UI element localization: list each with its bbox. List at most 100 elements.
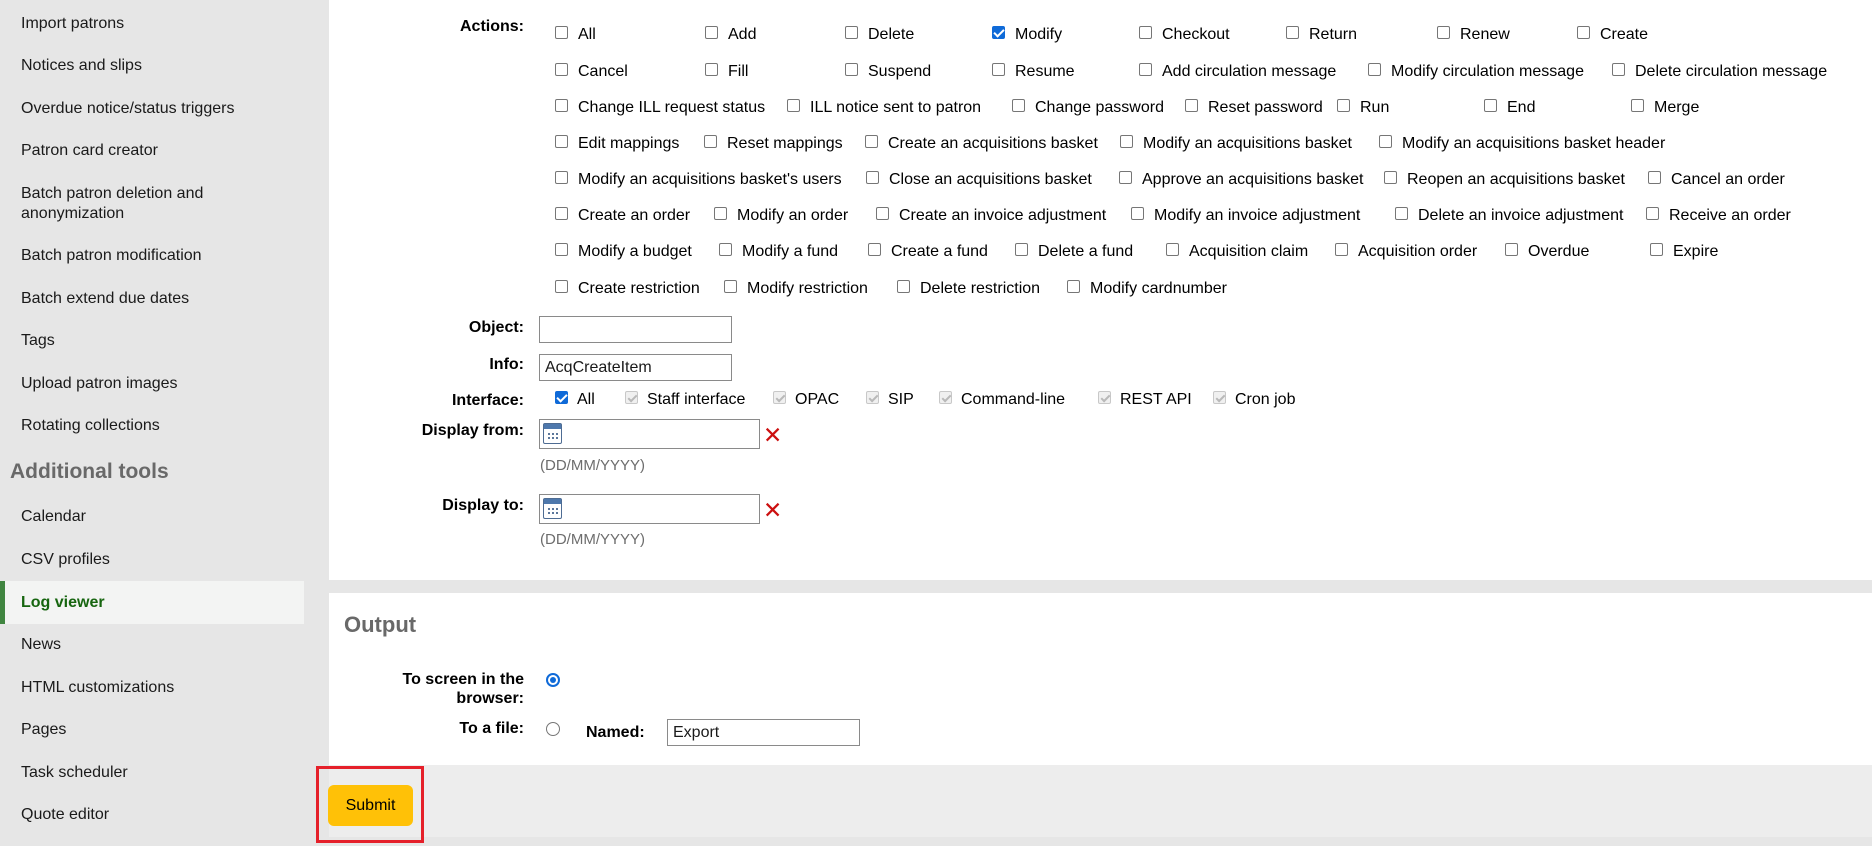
sidebar-item-pages[interactable]: Pages: [0, 720, 304, 740]
action-label-acquisition-claim[interactable]: Acquisition claim: [1189, 242, 1308, 262]
action-checkbox-reset-mappings[interactable]: [704, 135, 717, 148]
sidebar-item-batch-patron-modification[interactable]: Batch patron modification: [0, 246, 304, 266]
interface-checkbox-all[interactable]: [555, 391, 568, 404]
action-label-resume[interactable]: Resume: [1015, 62, 1075, 82]
display-from-input[interactable]: [539, 419, 760, 449]
sidebar-item-batch-patron-deletion[interactable]: Batch patron deletion and anonymization: [0, 184, 240, 224]
action-label-close-an-acquisitions-basket[interactable]: Close an acquisitions basket: [889, 170, 1092, 190]
action-checkbox-cancel[interactable]: [555, 63, 568, 76]
action-label-modify-cardnumber[interactable]: Modify cardnumber: [1090, 279, 1227, 299]
interface-label-all[interactable]: All: [577, 390, 595, 410]
action-checkbox-fill[interactable]: [705, 63, 718, 76]
action-label-checkout[interactable]: Checkout: [1162, 25, 1230, 45]
action-checkbox-acquisition-claim[interactable]: [1166, 243, 1179, 256]
action-checkbox-reopen-an-acquisitions-basket[interactable]: [1384, 171, 1397, 184]
action-checkbox-modify-restriction[interactable]: [724, 280, 737, 293]
sidebar-item-overdue-triggers[interactable]: Overdue notice/status triggers: [0, 99, 304, 119]
action-checkbox-add[interactable]: [705, 26, 718, 39]
action-label-receive-an-order[interactable]: Receive an order: [1669, 206, 1791, 226]
sidebar-item-batch-extend-due-dates[interactable]: Batch extend due dates: [0, 289, 304, 309]
action-label-modify-an-acquisitions-basket-header[interactable]: Modify an acquisitions basket header: [1402, 134, 1665, 154]
action-label-add-circulation-message[interactable]: Add circulation message: [1162, 62, 1336, 82]
to-file-radio[interactable]: [546, 722, 560, 736]
action-checkbox-expire[interactable]: [1650, 243, 1663, 256]
action-checkbox-modify-an-acquisitions-basket-header[interactable]: [1379, 135, 1392, 148]
action-checkbox-checkout[interactable]: [1139, 26, 1152, 39]
action-checkbox-return[interactable]: [1286, 26, 1299, 39]
action-checkbox-merge[interactable]: [1631, 99, 1644, 112]
submit-button[interactable]: Submit: [328, 785, 413, 826]
action-label-ill-notice-sent-to-patron[interactable]: ILL notice sent to patron: [810, 98, 981, 118]
action-checkbox-receive-an-order[interactable]: [1646, 207, 1659, 220]
clear-display-to-icon[interactable]: ✕: [763, 499, 782, 522]
action-label-return[interactable]: Return: [1309, 25, 1357, 45]
action-label-create-an-invoice-adjustment[interactable]: Create an invoice adjustment: [899, 206, 1106, 226]
action-label-modify-an-acquisitions-basket[interactable]: Modify an acquisitions basket: [1143, 134, 1352, 154]
sidebar-item-news[interactable]: News: [0, 635, 304, 655]
action-label-delete-a-fund[interactable]: Delete a fund: [1038, 242, 1133, 262]
action-label-modify-an-invoice-adjustment[interactable]: Modify an invoice adjustment: [1154, 206, 1360, 226]
action-checkbox-change-ill-request-status[interactable]: [555, 99, 568, 112]
action-checkbox-create-an-order[interactable]: [555, 207, 568, 220]
interface-label-sip[interactable]: SIP: [888, 390, 914, 410]
action-checkbox-close-an-acquisitions-basket[interactable]: [866, 171, 879, 184]
action-checkbox-modify-cardnumber[interactable]: [1067, 280, 1080, 293]
action-checkbox-modify-an-acquisitions-basket-s-users[interactable]: [555, 171, 568, 184]
sidebar-item-calendar[interactable]: Calendar: [0, 507, 304, 527]
action-checkbox-modify-circulation-message[interactable]: [1368, 63, 1381, 76]
action-checkbox-delete[interactable]: [845, 26, 858, 39]
action-checkbox-delete-an-invoice-adjustment[interactable]: [1395, 207, 1408, 220]
action-checkbox-create-an-invoice-adjustment[interactable]: [876, 207, 889, 220]
action-label-modify-a-budget[interactable]: Modify a budget: [578, 242, 692, 262]
action-label-merge[interactable]: Merge: [1654, 98, 1699, 118]
sidebar-item-quote-editor[interactable]: Quote editor: [0, 805, 304, 825]
action-checkbox-approve-an-acquisitions-basket[interactable]: [1119, 171, 1132, 184]
interface-label-command-line[interactable]: Command-line: [961, 390, 1065, 410]
action-label-end[interactable]: End: [1507, 98, 1535, 118]
action-checkbox-modify[interactable]: [992, 26, 1005, 39]
action-checkbox-delete-restriction[interactable]: [897, 280, 910, 293]
action-checkbox-suspend[interactable]: [845, 63, 858, 76]
action-checkbox-create[interactable]: [1577, 26, 1590, 39]
info-input[interactable]: [539, 354, 732, 381]
action-checkbox-create-restriction[interactable]: [555, 280, 568, 293]
action-label-create-restriction[interactable]: Create restriction: [578, 279, 700, 299]
action-label-modify-an-order[interactable]: Modify an order: [737, 206, 848, 226]
action-label-expire[interactable]: Expire: [1673, 242, 1718, 262]
sidebar-item-rotating-collections[interactable]: Rotating collections: [0, 416, 304, 436]
action-checkbox-cancel-an-order[interactable]: [1648, 171, 1661, 184]
action-label-create-an-acquisitions-basket[interactable]: Create an acquisitions basket: [888, 134, 1098, 154]
action-label-modify[interactable]: Modify: [1015, 25, 1062, 45]
action-checkbox-modify-an-invoice-adjustment[interactable]: [1131, 207, 1144, 220]
sidebar-item-tags[interactable]: Tags: [0, 331, 304, 351]
interface-label-rest-api[interactable]: REST API: [1120, 390, 1192, 410]
display-to-input[interactable]: [539, 494, 760, 524]
action-checkbox-delete-circulation-message[interactable]: [1612, 63, 1625, 76]
action-checkbox-resume[interactable]: [992, 63, 1005, 76]
export-filename-input[interactable]: [667, 719, 860, 746]
action-label-modify-a-fund[interactable]: Modify a fund: [742, 242, 838, 262]
interface-label-cron-job[interactable]: Cron job: [1235, 390, 1295, 410]
action-checkbox-add-circulation-message[interactable]: [1139, 63, 1152, 76]
action-label-run[interactable]: Run: [1360, 98, 1389, 118]
action-label-modify-an-acquisitions-basket-s-users[interactable]: Modify an acquisitions basket's users: [578, 170, 842, 190]
sidebar-item-patron-card-creator[interactable]: Patron card creator: [0, 141, 304, 161]
action-label-all[interactable]: All: [578, 25, 596, 45]
sidebar-item-notices-and-slips[interactable]: Notices and slips: [0, 56, 304, 76]
action-checkbox-modify-an-order[interactable]: [714, 207, 727, 220]
action-checkbox-delete-a-fund[interactable]: [1015, 243, 1028, 256]
action-checkbox-end[interactable]: [1484, 99, 1497, 112]
to-screen-radio[interactable]: [546, 673, 560, 687]
interface-label-staff-interface[interactable]: Staff interface: [647, 390, 745, 410]
sidebar-item-html-customizations[interactable]: HTML customizations: [0, 678, 304, 698]
action-checkbox-overdue[interactable]: [1505, 243, 1518, 256]
action-label-create-a-fund[interactable]: Create a fund: [891, 242, 988, 262]
action-checkbox-edit-mappings[interactable]: [555, 135, 568, 148]
calendar-icon[interactable]: [543, 498, 562, 519]
action-label-edit-mappings[interactable]: Edit mappings: [578, 134, 679, 154]
action-label-modify-circulation-message[interactable]: Modify circulation message: [1391, 62, 1584, 82]
action-checkbox-reset-password[interactable]: [1185, 99, 1198, 112]
action-checkbox-renew[interactable]: [1437, 26, 1450, 39]
action-label-delete[interactable]: Delete: [868, 25, 914, 45]
calendar-icon[interactable]: [543, 423, 562, 444]
